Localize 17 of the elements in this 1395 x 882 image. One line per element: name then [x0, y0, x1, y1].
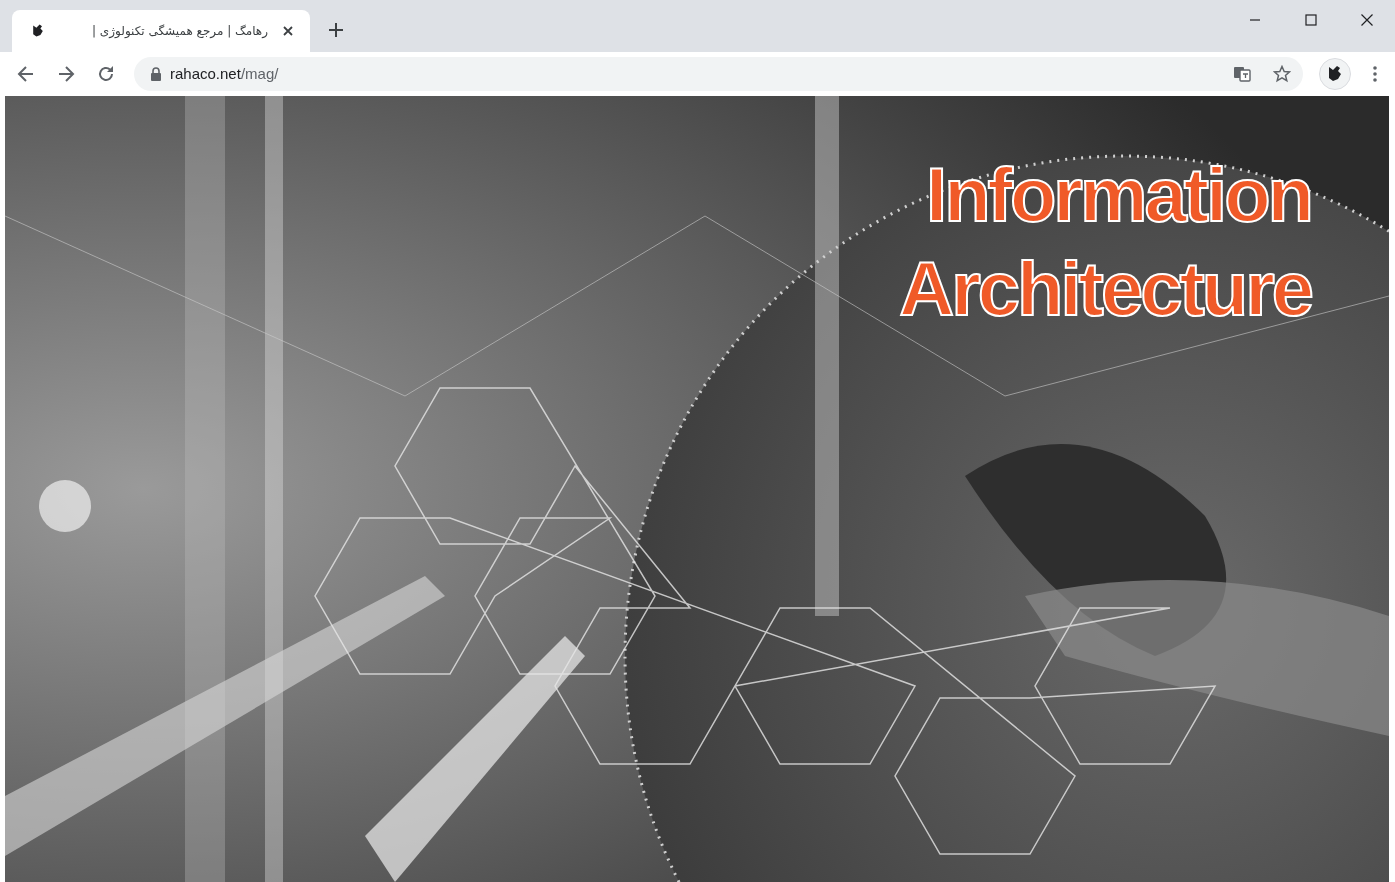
lock-icon — [150, 67, 162, 81]
forward-arrow-icon — [57, 65, 75, 83]
banner-heading: Information Architecture — [899, 151, 1311, 333]
address-bar[interactable]: rahaco.net/mag/ — [134, 57, 1303, 91]
browser-tab[interactable]: رهامگ | مرجع همیشگی تکنولوژی | — [12, 10, 310, 52]
plus-icon — [328, 22, 344, 38]
translate-icon[interactable] — [1233, 65, 1251, 83]
menu-icon — [1373, 66, 1377, 82]
profile-avatar[interactable] — [1319, 58, 1351, 90]
close-icon — [283, 26, 293, 36]
reload-icon — [97, 65, 115, 83]
back-arrow-icon — [17, 65, 35, 83]
tab-title: رهامگ | مرجع همیشگی تکنولوژی | — [92, 23, 268, 40]
close-icon — [1361, 14, 1373, 26]
url-text: rahaco.net/mag/ — [170, 63, 279, 84]
maximize-icon — [1305, 14, 1317, 26]
star-icon[interactable] — [1273, 65, 1291, 83]
